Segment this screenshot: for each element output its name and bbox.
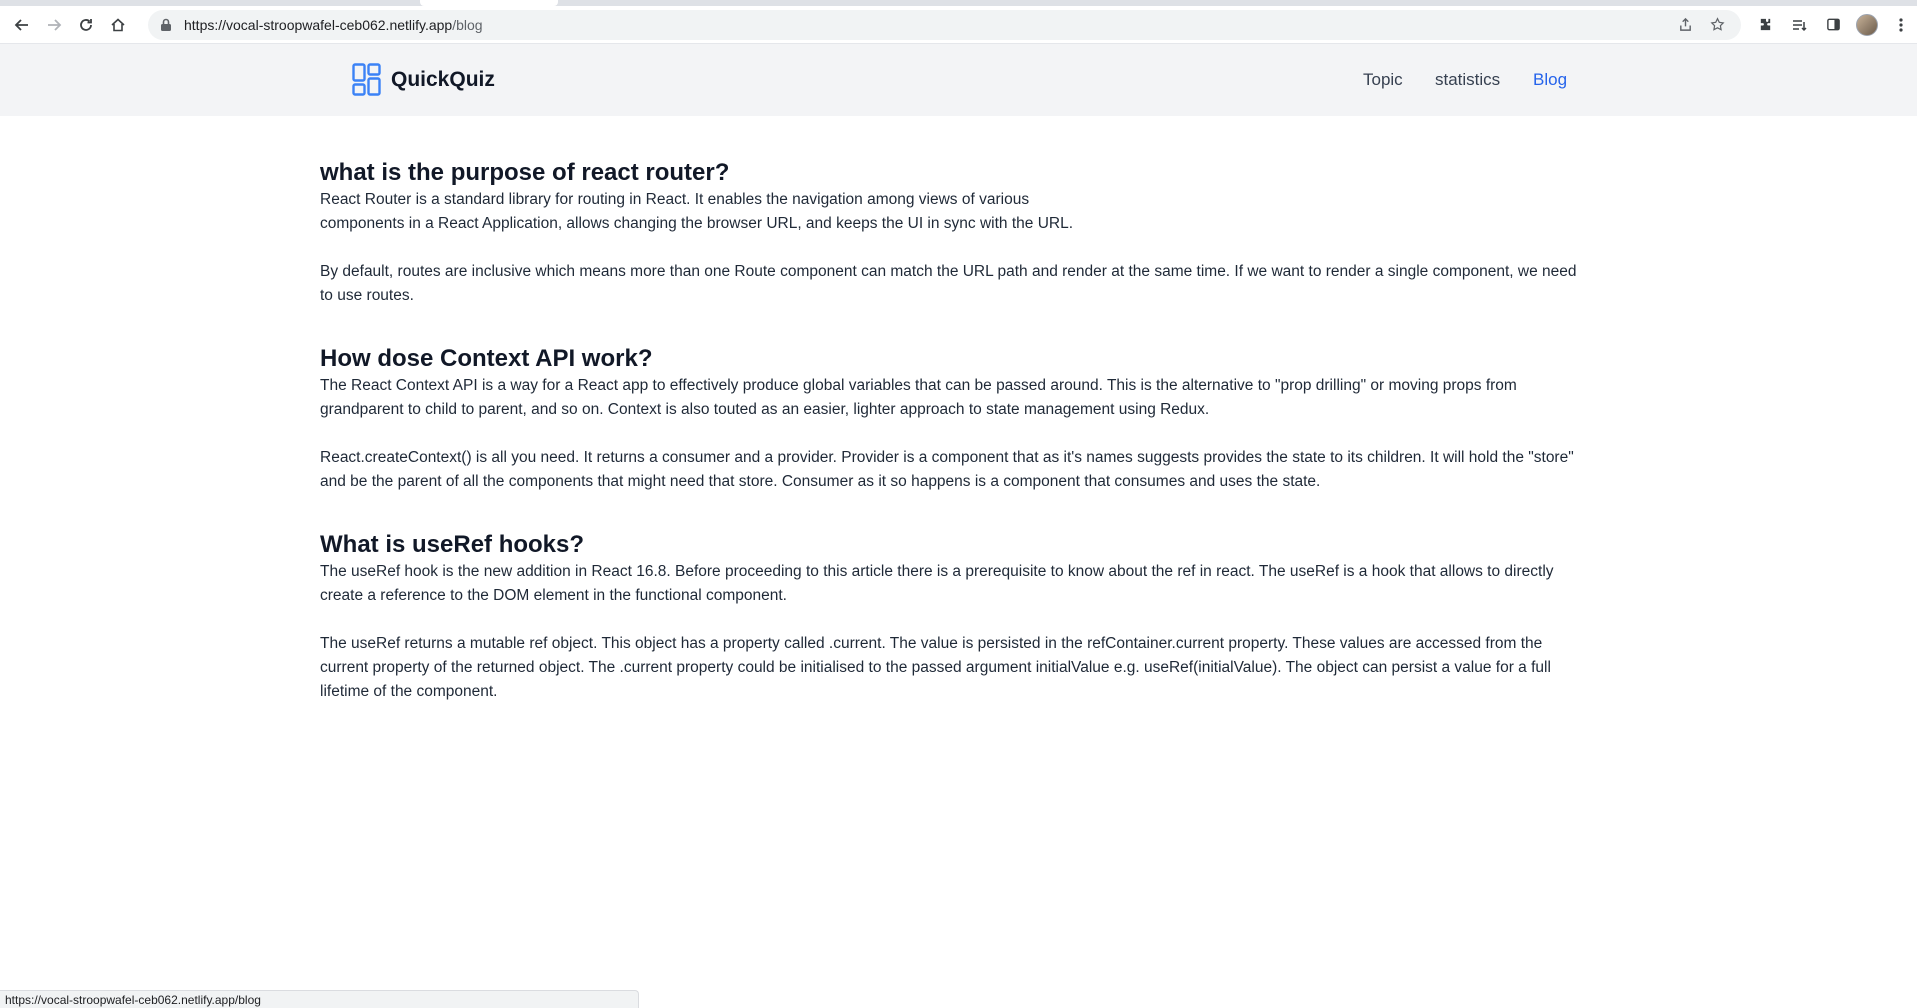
nav-link-statistics[interactable]: statistics (1435, 70, 1500, 90)
back-button[interactable] (6, 9, 38, 41)
nav-link-topic[interactable]: Topic (1363, 70, 1403, 90)
address-bar-actions (1671, 11, 1741, 39)
forward-button[interactable] (38, 9, 70, 41)
avatar (1856, 13, 1878, 36)
reload-button[interactable] (70, 9, 102, 41)
post-paragraph: The React Context API is a way for a Rea… (320, 377, 1517, 418)
url-path: /blog (452, 16, 483, 33)
home-icon (111, 17, 125, 31)
site-header: QuickQuiz Topic statistics Blog (0, 44, 1917, 116)
browser-toolbar: https://vocal-stroopwafel-ceb062.netlify… (0, 6, 1917, 44)
blog-content: what is the purpose of react router? Rea… (320, 158, 1592, 740)
nav-link-blog[interactable]: Blog (1533, 70, 1567, 90)
share-icon[interactable] (1671, 11, 1699, 39)
link-status-bubble: https://vocal-stroopwafel-ceb062.netlify… (0, 990, 639, 1008)
post-paragraph: React Router is a standard library for r… (320, 191, 1074, 232)
bookmark-star-icon[interactable] (1703, 11, 1731, 39)
reading-list-icon[interactable] (1783, 9, 1815, 41)
reload-icon (80, 18, 92, 31)
puzzle-extensions-icon[interactable] (1749, 9, 1781, 41)
kebab-menu-icon (1899, 17, 1903, 32)
post-paragraph: By default, routes are inclusive which m… (320, 263, 1577, 304)
side-panel-icon[interactable] (1817, 9, 1849, 41)
post-question: What is useRef hooks? (320, 531, 585, 558)
browser-extensions (1749, 9, 1917, 41)
arrow-left-icon (14, 18, 28, 31)
browser-nav-buttons (6, 9, 134, 41)
lock-icon (160, 18, 174, 32)
blog-post: How dose Context API work? The React Con… (320, 344, 1592, 494)
profile-avatar[interactable] (1851, 9, 1883, 41)
url-host: https://vocal-stroopwafel-ceb062.netlify… (184, 16, 453, 33)
post-paragraph: The useRef returns a mutable ref object.… (320, 635, 1551, 700)
browser-menu-button[interactable] (1885, 9, 1917, 41)
blog-post: What is useRef hooks? The useRef hook is… (320, 530, 1592, 704)
blog-post: what is the purpose of react router? Rea… (320, 158, 1592, 308)
home-button[interactable] (102, 9, 134, 41)
post-question: How dose Context API work? (320, 345, 653, 372)
post-paragraph: The useRef hook is the new addition in R… (320, 563, 1554, 604)
post-paragraph: React.createContext() is all you need. I… (320, 449, 1574, 490)
address-bar[interactable]: https://vocal-stroopwafel-ceb062.netlify… (148, 9, 1741, 40)
main-nav: Topic statistics Blog (0, 70, 1917, 94)
arrow-right-icon (48, 18, 62, 31)
post-question: what is the purpose of react router? (320, 159, 730, 186)
